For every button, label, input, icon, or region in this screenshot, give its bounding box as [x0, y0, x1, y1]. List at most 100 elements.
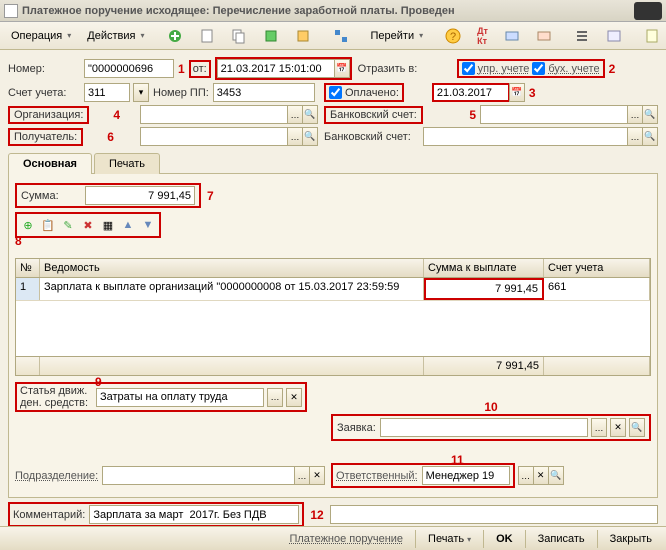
row-delete-icon[interactable]: ✖	[79, 216, 97, 234]
sum-field[interactable]	[85, 186, 195, 205]
row-clone-icon[interactable]: 📋	[39, 216, 57, 234]
paid-date-field[interactable]	[432, 83, 510, 102]
tabs: Основная Печать	[8, 152, 658, 174]
add-icon[interactable]	[160, 25, 190, 47]
bank1-dots-icon[interactable]: …	[627, 105, 643, 124]
post-icon[interactable]	[256, 25, 286, 47]
resp-dots-icon[interactable]: …	[518, 466, 534, 485]
org-field[interactable]	[140, 105, 288, 124]
mark-3: 3	[529, 86, 536, 100]
main-toolbar: Операция Действия Перейти ? ДтКт stosec	[0, 22, 666, 50]
bank1-search-icon[interactable]: 🔍	[642, 105, 658, 124]
help-icon[interactable]: ?	[438, 25, 468, 47]
list-icon[interactable]	[567, 25, 597, 47]
bank1-field[interactable]	[480, 105, 628, 124]
report-icon[interactable]	[288, 25, 318, 47]
paid-label: Оплачено:	[345, 87, 399, 99]
doc-icon[interactable]	[192, 25, 222, 47]
comment-label: Комментарий:	[13, 509, 85, 521]
copy-icon[interactable]	[224, 25, 254, 47]
request-field[interactable]	[380, 418, 588, 437]
close-button[interactable]: Закрыть	[602, 530, 660, 548]
paid-calendar-icon[interactable]: 📅	[509, 83, 525, 102]
article-clear-icon[interactable]: ✕	[286, 388, 302, 407]
bank1-label: Банковский счет:	[324, 106, 423, 124]
tool-a-icon[interactable]	[497, 25, 527, 47]
print-button[interactable]: Печать	[420, 530, 479, 548]
resp-label: Ответственный:	[336, 470, 418, 482]
row-down-icon[interactable]: ▼	[139, 216, 157, 234]
sum-label: Сумма:	[21, 190, 81, 202]
resp-field[interactable]	[422, 466, 510, 485]
comment-ext-field[interactable]	[330, 505, 658, 524]
paid-checkbox[interactable]	[329, 86, 342, 99]
mark-9: 9	[95, 375, 102, 389]
struct-icon[interactable]	[326, 25, 356, 47]
mark-2: 2	[609, 62, 616, 76]
ok-button[interactable]: OK	[488, 530, 521, 548]
date-field[interactable]	[217, 59, 335, 78]
row-fill-icon[interactable]: ▦	[99, 216, 117, 234]
number-field[interactable]	[84, 59, 174, 78]
window-title: Платежное поручение исходящее: Перечисле…	[22, 5, 634, 17]
from-label: от:	[189, 60, 211, 78]
bank2-label: Банковский счет:	[324, 131, 419, 143]
mark-1: 1	[178, 62, 185, 76]
buh-checkbox[interactable]	[532, 62, 545, 75]
reflect-label: Отразить в:	[358, 63, 453, 75]
tab-print[interactable]: Печать	[94, 153, 160, 174]
row-add-icon[interactable]: ⊕	[19, 216, 37, 234]
recipient-dots-icon[interactable]: …	[287, 127, 303, 146]
article-field[interactable]	[96, 388, 264, 407]
resp-search-icon[interactable]: 🔍	[548, 466, 564, 485]
pp-field[interactable]	[213, 83, 315, 102]
dept-dots-icon[interactable]: …	[294, 466, 310, 485]
calendar-icon[interactable]: 📅	[334, 59, 350, 78]
dept-clear-icon[interactable]: ✕	[309, 466, 325, 485]
save-button[interactable]: Записать	[530, 530, 593, 548]
col-sum[interactable]: Сумма к выплате	[424, 259, 544, 277]
request-search-icon[interactable]: 🔍	[629, 418, 645, 437]
article-dots-icon[interactable]: …	[267, 388, 283, 407]
account-field[interactable]	[84, 83, 130, 102]
tool-b-icon[interactable]	[529, 25, 559, 47]
request-dots-icon[interactable]: …	[591, 418, 607, 437]
operation-menu[interactable]: Операция	[4, 27, 78, 45]
col-n[interactable]: №	[16, 259, 40, 277]
tab-main[interactable]: Основная	[8, 153, 92, 174]
recipient-search-icon[interactable]: 🔍	[302, 127, 318, 146]
col-account[interactable]: Счет учета	[544, 259, 650, 277]
mark-8: 8	[15, 234, 22, 248]
comment-field[interactable]	[89, 505, 299, 524]
request-clear-icon[interactable]: ✕	[610, 418, 626, 437]
recipient-field[interactable]	[140, 127, 288, 146]
dept-field[interactable]	[102, 466, 295, 485]
goto-menu[interactable]: Перейти	[364, 27, 431, 45]
titlebar: Платежное поручение исходящее: Перечисле…	[0, 0, 666, 22]
form-area: Номер: 1 от: 📅 Отразить в: упр. учете бу…	[0, 50, 666, 534]
card-icon[interactable]	[599, 25, 629, 47]
footer-sum: 7 991,45	[424, 357, 544, 375]
bank2-dots-icon[interactable]: …	[627, 127, 643, 146]
upr-checkbox[interactable]	[462, 62, 475, 75]
buh-label: бух. учете	[548, 63, 599, 75]
row-edit-icon[interactable]: ✎	[59, 216, 77, 234]
org-dots-icon[interactable]: …	[287, 105, 303, 124]
resp-clear-icon[interactable]: ✕	[533, 466, 549, 485]
recipient-label: Получатель:	[8, 128, 83, 146]
pp-label: Номер ПП:	[153, 87, 209, 99]
ledger-icon[interactable]	[637, 25, 666, 47]
bank2-search-icon[interactable]: 🔍	[642, 127, 658, 146]
org-search-icon[interactable]: 🔍	[302, 105, 318, 124]
pp-link[interactable]: Платежное поручение	[281, 530, 411, 548]
table-row[interactable]: 1 Зарплата к выплате организаций "000000…	[16, 278, 650, 301]
row-up-icon[interactable]: ▲	[119, 216, 137, 234]
mark-5: 5	[469, 108, 476, 122]
bank2-field[interactable]	[423, 127, 628, 146]
mark-12: 12	[310, 508, 323, 522]
account-dd-icon[interactable]: ▾	[133, 83, 149, 102]
dtkt-icon[interactable]: ДтКт	[470, 23, 495, 49]
col-vedomost[interactable]: Ведомость	[40, 259, 424, 277]
actions-menu[interactable]: Действия	[80, 27, 151, 45]
app-logo	[634, 2, 662, 20]
